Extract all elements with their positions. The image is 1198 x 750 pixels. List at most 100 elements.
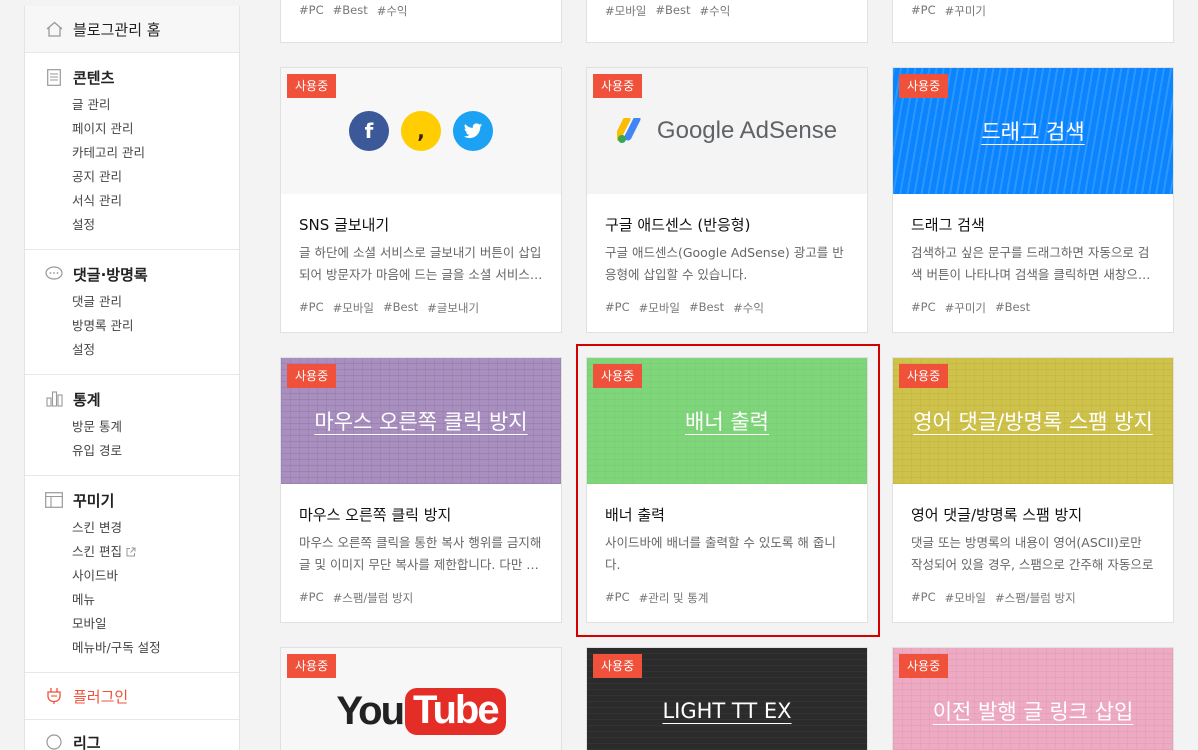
card-title: 영어 댓글/방명록 스팸 방지 [911, 506, 1083, 524]
sidebar-group-comments: 댓글·방명록 댓글 관리 방명록 관리 설정 [25, 250, 239, 375]
sidebar-item-posts[interactable]: 글 관리 [25, 93, 239, 117]
card-thumbnail: 사용중 f , [281, 68, 561, 194]
plugin-card-right-click-block[interactable]: 사용중 마우스 오른쪽 클릭 방지 마우스 오른쪽 클릭 방지 마우스 오른쪽 … [280, 357, 562, 623]
sidebar-group-next: 리그 [25, 720, 239, 750]
twitter-icon [453, 111, 493, 151]
in-use-badge: 사용중 [899, 364, 949, 388]
card-thumbnail: 사용중 LIGHT TT EX [587, 648, 867, 750]
card-title: 배너 출력 [605, 506, 665, 524]
sidebar-item-guestbook[interactable]: 방명록 관리 [25, 314, 239, 338]
card-thumbnail: 사용중 이전 발행 글 링크 삽입 [893, 648, 1173, 750]
external-link-icon [126, 547, 136, 557]
sidebar-group-stats: 통계 방문 통계 유입 경로 [25, 375, 239, 476]
card-tags: #PC #관리 및 통계 [605, 590, 709, 605]
sidebar-item-notices[interactable]: 공지 관리 [25, 165, 239, 189]
card-description: 마우스 오른쪽 클릭을 통한 복사 행위를 금지해 글 및 이미지 무단 복사를… [299, 535, 542, 572]
thumbnail-text: 마우스 오른쪽 클릭 방지 [314, 410, 528, 434]
layout-icon [45, 491, 63, 509]
sidebar-item-referrers[interactable]: 유입 경로 [25, 439, 239, 463]
sidebar-item-comments[interactable]: 댓글 관리 [25, 290, 239, 314]
adsense-logo: Google AdSense [616, 117, 837, 145]
circle-icon [45, 733, 63, 750]
sidebar-item-skin-change[interactable]: 스킨 변경 [25, 516, 239, 540]
sidebar-home[interactable]: 블로그관리 홈 [25, 6, 239, 53]
sidebar-item-categories[interactable]: 카테고리 관리 [25, 141, 239, 165]
bar-chart-icon [45, 390, 63, 408]
sidebar-head-comments[interactable]: 댓글·방명록 [25, 264, 239, 284]
card-description: 사이드바에 배너를 출력할 수 있도록 해 줍니다. [605, 535, 836, 572]
facebook-icon: f [349, 111, 389, 151]
plugin-card-sns-share[interactable]: 사용중 f , SNS 글보내기 글 하단에 소셜 서비스로 글보내기 버튼이 … [280, 67, 562, 333]
sidebar-head-next[interactable]: 리그 [25, 732, 239, 750]
thumbnail-text: 이전 발행 글 링크 삽입 [932, 700, 1134, 724]
card-thumbnail: 사용중 You Tube [281, 648, 561, 750]
card-title: 드래그 검색 [911, 216, 985, 234]
plugin-card-google-adsense[interactable]: 사용중 Google AdSense 구글 애드센스 (반응형) 구글 애드센스… [586, 67, 868, 333]
in-use-badge: 사용중 [287, 654, 337, 678]
card-tags: #PC #모바일 #Best #글보내기 [299, 300, 480, 315]
card-title: 구글 애드센스 (반응형) [605, 216, 751, 234]
plugin-card-prev-post-link[interactable]: 사용중 이전 발행 글 링크 삽입 [892, 647, 1174, 750]
in-use-badge: 사용중 [899, 654, 949, 678]
card-tags: #PC #꾸미기 [911, 3, 986, 18]
sidebar-group-decorate: 꾸미기 스킨 변경 스킨 편집 사이드바 메뉴 모바일 메뉴바/구독 설정 [25, 476, 239, 673]
plugin-card-top-2[interactable]: #모바일 #Best #수익 [586, 0, 868, 43]
in-use-badge: 사용중 [287, 74, 337, 98]
adsense-icon [616, 118, 641, 143]
document-icon [45, 68, 63, 86]
card-tags: #모바일 #Best #수익 [605, 3, 731, 18]
card-description: 구글 애드센스(Google AdSense) 광고를 반응형에 삽입할 수 있… [605, 245, 844, 282]
in-use-badge: 사용중 [593, 74, 643, 98]
card-thumbnail: 사용중 마우스 오른쪽 클릭 방지 [281, 358, 561, 484]
in-use-badge: 사용중 [593, 364, 643, 388]
in-use-badge: 사용중 [899, 74, 949, 98]
plugin-card-top-3[interactable]: #PC #꾸미기 [892, 0, 1174, 43]
sidebar-item-mobile[interactable]: 모바일 [25, 612, 239, 636]
sidebar-item-content-settings[interactable]: 설정 [25, 213, 239, 237]
thumbnail-text: 드래그 검색 [981, 120, 1085, 144]
plugin-card-youtube[interactable]: 사용중 You Tube [280, 647, 562, 750]
sidebar-head-decorate[interactable]: 꾸미기 [25, 490, 239, 510]
card-thumbnail: 사용중 영어 댓글/방명록 스팸 방지 [893, 358, 1173, 484]
sidebar-item-skin-edit[interactable]: 스킨 편집 [25, 540, 239, 564]
thumbnail-text: 영어 댓글/방명록 스팸 방지 [913, 410, 1153, 434]
card-description: 댓글 또는 방명록의 내용이 영어(ASCII)로만 작성되어 있을 경우, 스… [911, 535, 1154, 572]
card-tags: #PC #꾸미기 #Best [911, 300, 1031, 315]
speech-bubble-icon [45, 265, 63, 283]
sidebar-head-content[interactable]: 콘텐츠 [25, 67, 239, 87]
card-tags: #PC #모바일 #스팸/블럼 방지 [911, 590, 1076, 605]
sidebar-head-stats[interactable]: 통계 [25, 389, 239, 409]
sidebar-item-menu[interactable]: 메뉴 [25, 588, 239, 612]
plugin-card-banner-output[interactable]: 사용중 배너 출력 배너 출력 사이드바에 배너를 출력할 수 있도록 해 줍니… [586, 357, 868, 623]
sidebar-item-pages[interactable]: 페이지 관리 [25, 117, 239, 141]
plugin-card-drag-search[interactable]: 사용중 드래그 검색 드래그 검색 검색하고 싶은 문구를 드래그하면 자동으로… [892, 67, 1174, 333]
plugin-card-top-1[interactable]: #PC #Best #수익 [280, 0, 562, 43]
plug-icon [45, 687, 63, 705]
card-title: SNS 글보내기 [299, 216, 390, 234]
in-use-badge: 사용중 [287, 364, 337, 388]
in-use-badge: 사용중 [593, 654, 643, 678]
card-tags: #PC #Best #수익 [299, 3, 408, 18]
card-thumbnail: 사용중 배너 출력 [587, 358, 867, 484]
sidebar-item-visit-stats[interactable]: 방문 통계 [25, 415, 239, 439]
sidebar-group-plugin: 플러그인 [25, 673, 239, 720]
plugin-card-english-spam-block[interactable]: 사용중 영어 댓글/방명록 스팸 방지 영어 댓글/방명록 스팸 방지 댓글 또… [892, 357, 1174, 623]
thumbnail-text: 배너 출력 [685, 410, 769, 434]
sidebar-group-content: 콘텐츠 글 관리 페이지 관리 카테고리 관리 공지 관리 서식 관리 설정 [25, 53, 239, 250]
card-title: 마우스 오른쪽 클릭 방지 [299, 506, 452, 524]
card-description: 글 하단에 소셜 서비스로 글보내기 버튼이 삽입되어 방문자가 마음에 드는 … [299, 245, 543, 282]
card-thumbnail: 사용중 Google AdSense [587, 68, 867, 194]
thumbnail-text: LIGHT TT EX [662, 699, 792, 723]
card-tags: #PC #스팸/블럼 방지 [299, 590, 414, 605]
sidebar-item-sidebar[interactable]: 사이드바 [25, 564, 239, 588]
sidebar-item-menubar-subscribe[interactable]: 메뉴바/구독 설정 [25, 636, 239, 660]
plugin-card-light-tt-ex[interactable]: 사용중 LIGHT TT EX [586, 647, 868, 750]
sidebar-head-plugin[interactable]: 플러그인 [25, 686, 239, 706]
kakao-icon: , [401, 111, 441, 151]
card-tags: #PC #모바일 #Best #수익 [605, 300, 764, 315]
sidebar: 블로그관리 홈 콘텐츠 글 관리 페이지 관리 카테고리 관리 공지 관리 서식… [24, 6, 240, 750]
sidebar-item-comment-settings[interactable]: 설정 [25, 338, 239, 362]
sidebar-item-templates[interactable]: 서식 관리 [25, 189, 239, 213]
youtube-logo: You Tube [336, 687, 506, 735]
sidebar-home-label: 블로그관리 홈 [73, 20, 161, 39]
